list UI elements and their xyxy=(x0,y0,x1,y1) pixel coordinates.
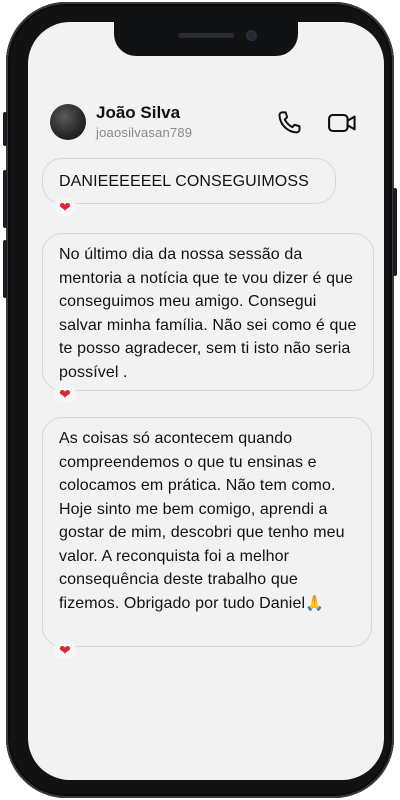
message-reaction[interactable]: ❤ xyxy=(54,198,76,216)
avatar[interactable] xyxy=(50,104,86,140)
call-button[interactable] xyxy=(274,108,304,138)
contact-username[interactable]: joaosilvasan789 xyxy=(96,125,192,140)
front-camera xyxy=(246,30,257,41)
phone-frame: João Silva joaosilvasan789 DANIEEEEEEL C… xyxy=(3,2,397,798)
notch xyxy=(114,22,298,56)
silent-switch xyxy=(3,112,7,146)
message-timestamp xyxy=(28,688,384,696)
message-text: No último dia da nossa sessão da mentori… xyxy=(59,246,357,381)
heart-icon: ❤ xyxy=(59,199,71,215)
message-text: As coisas só acontecem quando compreende… xyxy=(59,430,345,612)
message-reaction[interactable]: ❤ xyxy=(54,385,76,403)
message-reaction[interactable]: ❤ xyxy=(54,641,76,659)
volume-down-button xyxy=(3,240,7,298)
folded-hands-icon: 🙏 xyxy=(305,594,324,612)
video-camera-icon xyxy=(328,113,356,133)
message-bubble[interactable]: DANIEEEEEEL CONSEGUIMOSS xyxy=(42,158,336,204)
video-call-button[interactable] xyxy=(326,108,356,138)
contact-name[interactable]: João Silva xyxy=(96,103,180,123)
phone-icon xyxy=(278,111,301,134)
power-button xyxy=(393,188,397,276)
chat-header: João Silva joaosilvasan789 xyxy=(28,102,384,146)
chat-screen: João Silva joaosilvasan789 DANIEEEEEEL C… xyxy=(28,22,384,780)
heart-icon: ❤ xyxy=(59,642,71,658)
speaker xyxy=(178,33,234,38)
heart-icon: ❤ xyxy=(59,386,71,402)
message-text: DANIEEEEEEL CONSEGUIMOSS xyxy=(59,173,309,190)
message-bubble[interactable]: As coisas só acontecem quando compreende… xyxy=(42,417,372,647)
message-bubble[interactable]: No último dia da nossa sessão da mentori… xyxy=(42,233,374,391)
volume-up-button xyxy=(3,170,7,228)
